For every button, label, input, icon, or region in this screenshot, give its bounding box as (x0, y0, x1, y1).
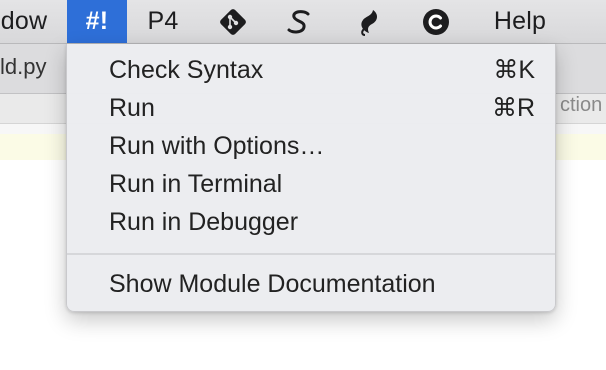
menu-mercurial[interactable] (350, 0, 386, 43)
menu-item-check-syntax[interactable]: Check Syntax ⌘K (67, 51, 555, 89)
menu-help-label: Help (493, 7, 547, 35)
shebang-dropdown-menu: Check Syntax ⌘K Run ⌘R Run with Options…… (66, 44, 556, 312)
menu-bar: dow #! P4 Help (0, 0, 606, 44)
mercurial-icon (361, 9, 378, 36)
menu-item-run-in-terminal[interactable]: Run in Terminal (67, 165, 555, 203)
menu-c[interactable] (418, 0, 454, 43)
menu-subversion[interactable] (281, 0, 317, 43)
menu-git[interactable] (215, 0, 251, 43)
menu-shebang-label: #! (85, 7, 109, 35)
menu-item-run[interactable]: Run ⌘R (67, 89, 555, 127)
menu-help[interactable]: Help (482, 0, 558, 43)
menu-item-run-in-debugger[interactable]: Run in Debugger (67, 203, 555, 241)
menu-item-shortcut: ⌘R (491, 94, 535, 122)
editor-tab[interactable]: ld.py (0, 54, 46, 80)
git-icon (220, 8, 246, 35)
menu-item-label: Run (109, 94, 155, 122)
menu-item-label: Show Module Documentation (109, 270, 436, 298)
menu-item-label: Run in Debugger (109, 208, 299, 236)
menu-item-shortcut: ⌘K (493, 56, 535, 84)
menu-window-label: dow (0, 7, 48, 35)
function-popup-label: ction (560, 94, 603, 116)
menu-p4[interactable]: P4 (140, 0, 186, 43)
menu-item-run-with-options[interactable]: Run with Options… (67, 127, 555, 165)
menu-window[interactable]: dow (0, 0, 54, 43)
menu-item-label: Check Syntax (109, 56, 264, 84)
editor-tab-label: ld.py (0, 54, 47, 79)
menu-item-label: Run in Terminal (109, 170, 283, 198)
menu-separator (67, 253, 555, 255)
menu-item-label: Run with Options… (109, 132, 325, 160)
function-popup[interactable]: ction (560, 94, 602, 117)
copyright-c-icon (423, 8, 449, 35)
menu-shebang[interactable]: #! (67, 0, 127, 43)
subversion-icon (287, 9, 310, 33)
menu-item-show-module-documentation[interactable]: Show Module Documentation (67, 265, 555, 303)
menu-p4-label: P4 (147, 7, 179, 35)
